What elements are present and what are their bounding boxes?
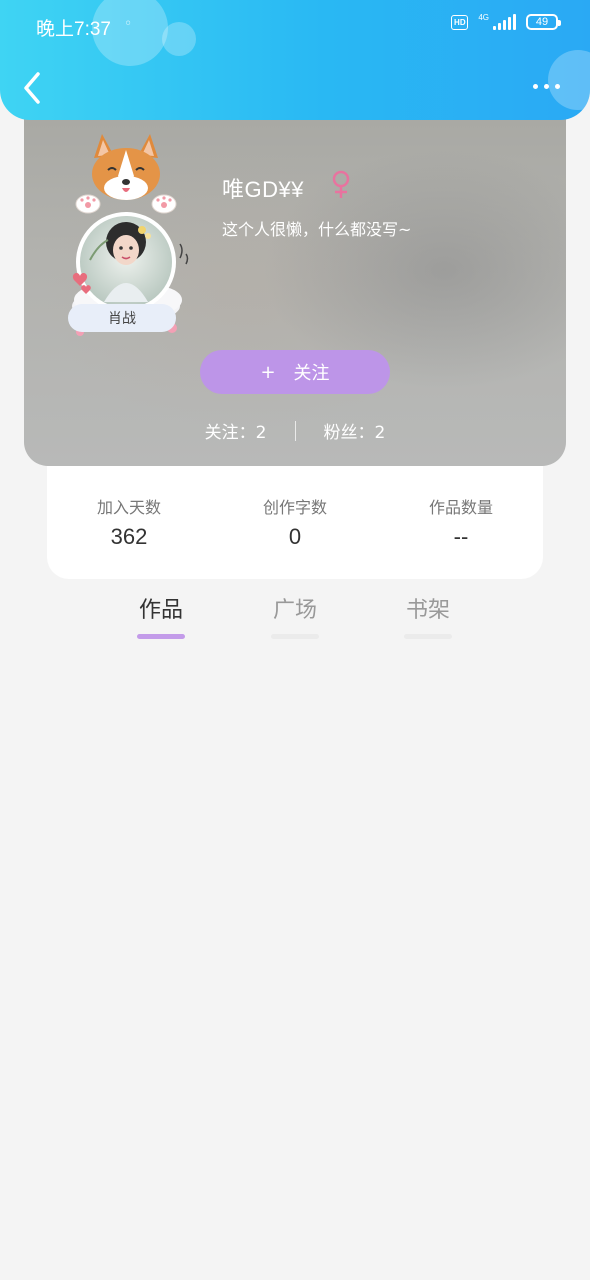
- follow-button-label: 关注: [293, 363, 330, 384]
- tab-indicator: [137, 634, 185, 639]
- signal-icon: 4G: [478, 14, 516, 30]
- more-dot-icon: [543, 83, 549, 89]
- more-dot-icon: [532, 83, 538, 89]
- stat-label: 作品数量: [428, 498, 493, 517]
- tab-indicator: [271, 634, 319, 639]
- content-tabs: 作品 广场 书架: [0, 592, 590, 642]
- stat-value: --: [453, 524, 469, 549]
- header-bar: 晚上7:37 ◦ HD 4G 49: [0, 0, 590, 120]
- stat-works-count: 作品数量 --: [391, 494, 531, 550]
- hd-icon: HD: [451, 14, 469, 30]
- tab-bookshelf[interactable]: 书架: [388, 592, 468, 639]
- stat-word-count: 创作字数 0: [225, 494, 365, 550]
- tab-indicator: [404, 634, 452, 639]
- tab-label: 书架: [405, 598, 450, 623]
- chevron-left-icon: [24, 72, 40, 104]
- following-count[interactable]: 关注：2: [205, 418, 267, 443]
- tab-label: 作品: [138, 598, 183, 623]
- stat-join-days: 加入天数 362: [59, 494, 199, 550]
- status-time: 晚上7:37: [36, 19, 111, 40]
- follow-stats: 关注：2 粉丝：2: [24, 418, 566, 443]
- stat-value: 362: [110, 524, 148, 549]
- notification-icon: ◦: [124, 16, 133, 32]
- battery-icon: 49: [526, 14, 561, 30]
- back-button[interactable]: [18, 68, 48, 108]
- tab-works[interactable]: 作品: [121, 592, 201, 639]
- tab-square[interactable]: 广场: [255, 592, 335, 639]
- network-type: 4G: [478, 13, 489, 22]
- divider: [294, 420, 296, 441]
- plus-icon: +: [260, 361, 276, 383]
- username: 唯GD¥¥: [222, 177, 304, 202]
- more-button[interactable]: [526, 76, 566, 96]
- followers-count[interactable]: 粉丝：2: [324, 418, 386, 443]
- follow-button[interactable]: + 关注: [200, 350, 390, 394]
- profile-screen: 晚上7:37 ◦ HD 4G 49 加入天数 362 创作字数 0 作品数量 -…: [0, 0, 590, 1280]
- profile-tag-label: 肖战: [108, 311, 136, 327]
- stat-label: 加入天数: [96, 498, 161, 517]
- stat-value: 0: [288, 524, 302, 549]
- tab-label: 广场: [272, 598, 317, 623]
- status-icons: HD 4G 49: [451, 14, 561, 30]
- female-icon: [332, 170, 350, 198]
- profile-card: 肖战 唯GD¥¥ 这个人很懒，什么都没写~ + 关注 关注：2 粉丝：2: [24, 90, 566, 466]
- profile-bio: 这个人很懒，什么都没写~: [222, 220, 412, 239]
- profile-tag[interactable]: 肖战: [68, 304, 176, 332]
- more-dot-icon: [554, 83, 560, 89]
- decor-bubble: [162, 22, 196, 56]
- stat-label: 创作字数: [262, 498, 327, 517]
